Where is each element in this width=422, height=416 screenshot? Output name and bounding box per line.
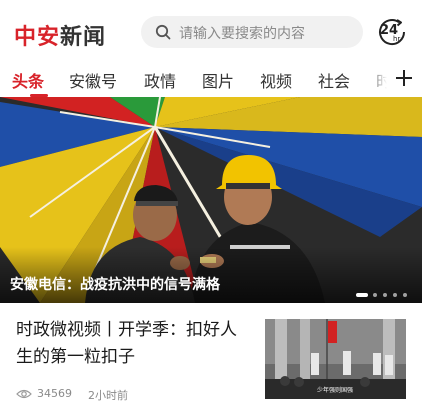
plus-icon[interactable] bbox=[394, 68, 414, 88]
tab-pictures[interactable]: 图片 bbox=[202, 68, 234, 92]
banner-carousel[interactable]: 安徽电信：战疫抗洪中的信号满格 bbox=[0, 97, 422, 303]
tab-society[interactable]: 社会 bbox=[318, 68, 350, 92]
search-bar[interactable]: 请输入要搜索的内容 bbox=[141, 16, 363, 48]
app-logo: 中安新闻 bbox=[14, 19, 106, 51]
carousel-dot bbox=[383, 293, 387, 297]
tab-headlines[interactable]: 头条 bbox=[12, 68, 44, 92]
logo-part-1: 中安 bbox=[14, 25, 61, 50]
news-list-item[interactable]: 时政微视频丨开学季：扣好人生的第一粒扣子 34569 2小时前 少年强则国强 bbox=[0, 303, 422, 416]
news-title[interactable]: 时政微视频丨开学季：扣好人生的第一粒扣子 bbox=[16, 317, 250, 371]
tabs-fade bbox=[366, 62, 396, 96]
tab-anhui-hao[interactable]: 安徽号 bbox=[69, 68, 117, 92]
thumbnail-caption: 少年强则国强 bbox=[317, 387, 354, 394]
carousel-dot bbox=[373, 293, 377, 297]
publish-time: 2小时前 bbox=[88, 389, 128, 402]
tab-video[interactable]: 视频 bbox=[260, 68, 292, 92]
view-count: 34569 bbox=[37, 387, 72, 400]
search-placeholder: 请输入要搜索的内容 bbox=[179, 26, 305, 42]
search-icon bbox=[155, 24, 171, 40]
carousel-dot bbox=[356, 293, 368, 297]
app-header: 中安新闻 请输入要搜索的内容 24 hr bbox=[0, 0, 422, 62]
carousel-dot bbox=[393, 293, 397, 297]
carousel-indicator bbox=[356, 293, 412, 299]
hot-24h-unit: hr bbox=[393, 35, 401, 43]
carousel-dot bbox=[403, 293, 407, 297]
logo-part-2: 新闻 bbox=[60, 25, 107, 50]
hot-24h-button[interactable]: 24 hr bbox=[377, 17, 407, 47]
banner-caption: 安徽电信：战疫抗洪中的信号满格 bbox=[10, 277, 220, 293]
tab-politics[interactable]: 政情 bbox=[144, 68, 176, 92]
eye-icon bbox=[16, 389, 32, 399]
channel-tabs: 头条 安徽号 政情 图片 视频 社会 时 bbox=[0, 62, 422, 97]
news-thumbnail[interactable]: 少年强则国强 bbox=[265, 319, 406, 399]
